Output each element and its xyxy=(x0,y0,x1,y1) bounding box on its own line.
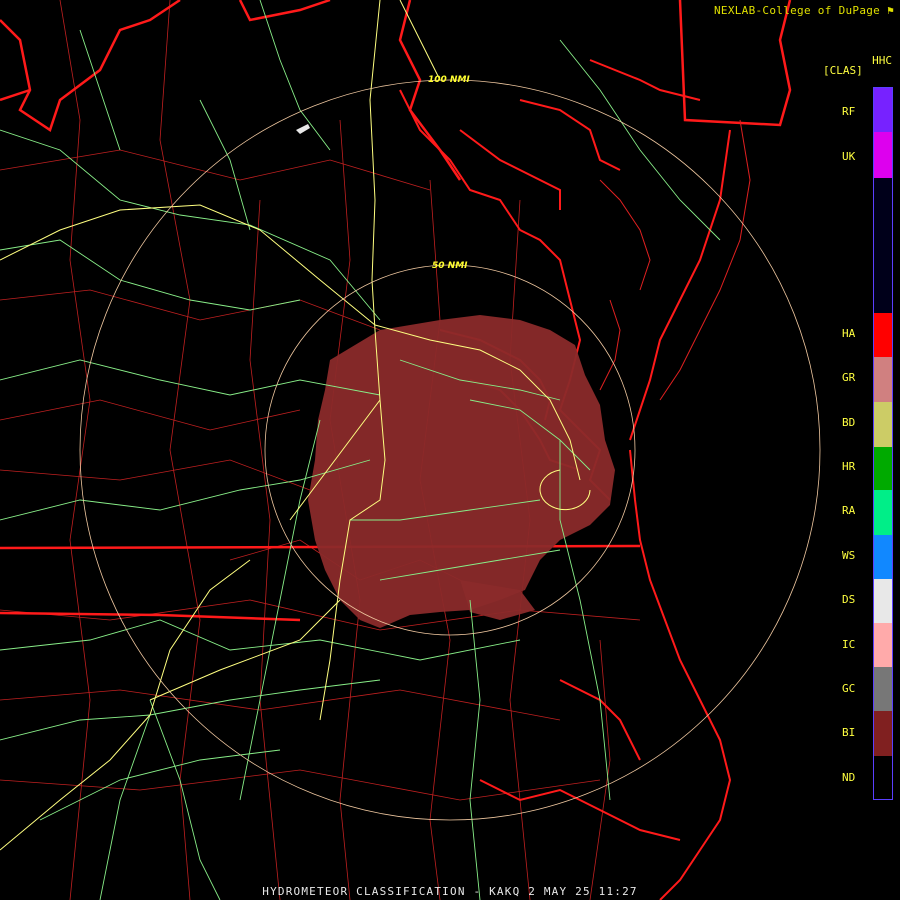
legend-label-ra: RA xyxy=(842,504,856,517)
credit-text: NEXLAB-College of DuPage ⚑ xyxy=(714,4,894,17)
legend-swatch-rf xyxy=(874,88,892,132)
legend-label-rf: RF xyxy=(842,105,856,118)
product-code: HHC xyxy=(872,54,892,67)
legend-swatch-ds xyxy=(874,579,892,623)
legend-swatch-gc xyxy=(874,667,892,711)
legend-swatch-ha xyxy=(874,313,892,357)
legend-label-bi: BI xyxy=(842,726,856,739)
legend-swatch-bi xyxy=(874,711,892,756)
product-units: [CLAS] xyxy=(823,64,863,77)
color-legend xyxy=(873,87,893,800)
legend-swatch-nd xyxy=(874,756,892,799)
radar-map: 50 NMI 100 NMI xyxy=(0,0,821,900)
legend-label-gr: GR xyxy=(842,371,856,384)
legend-swatch-hr xyxy=(874,447,892,490)
range-ring-label-100: 100 NMI xyxy=(428,75,470,85)
legend-swatch-bd xyxy=(874,402,892,447)
legend-label-bd: BD xyxy=(842,416,856,429)
legend-label-ws: WS xyxy=(842,549,856,562)
coastline-detail xyxy=(599,119,751,401)
nexlab-flag-icon: ⚑ xyxy=(887,4,894,17)
legend-swatch-gr xyxy=(874,357,892,402)
product-title: HYDROMETEOR CLASSIFICATION - KAKQ 2 MAY … xyxy=(262,885,638,898)
legend-label-ic: IC xyxy=(842,638,856,651)
legend-label-nd: ND xyxy=(842,771,856,784)
legend-swatch-ws xyxy=(874,535,892,579)
legend-label-ha: HA xyxy=(842,327,856,340)
range-ring-label-50: 50 NMI xyxy=(432,261,468,271)
small-echo xyxy=(296,124,310,134)
legend-label-ds: DS xyxy=(842,593,856,606)
radar-echo xyxy=(308,315,615,628)
legend-swatch-ic xyxy=(874,623,892,667)
legend-label-hr: HR xyxy=(842,460,856,473)
credit-label: NEXLAB-College of DuPage xyxy=(713,4,881,17)
legend-label-gc: GC xyxy=(842,682,856,695)
legend-swatch-ra xyxy=(874,490,892,535)
legend-label-uk: UK xyxy=(842,150,856,163)
legend-swatch-uk xyxy=(874,132,892,178)
